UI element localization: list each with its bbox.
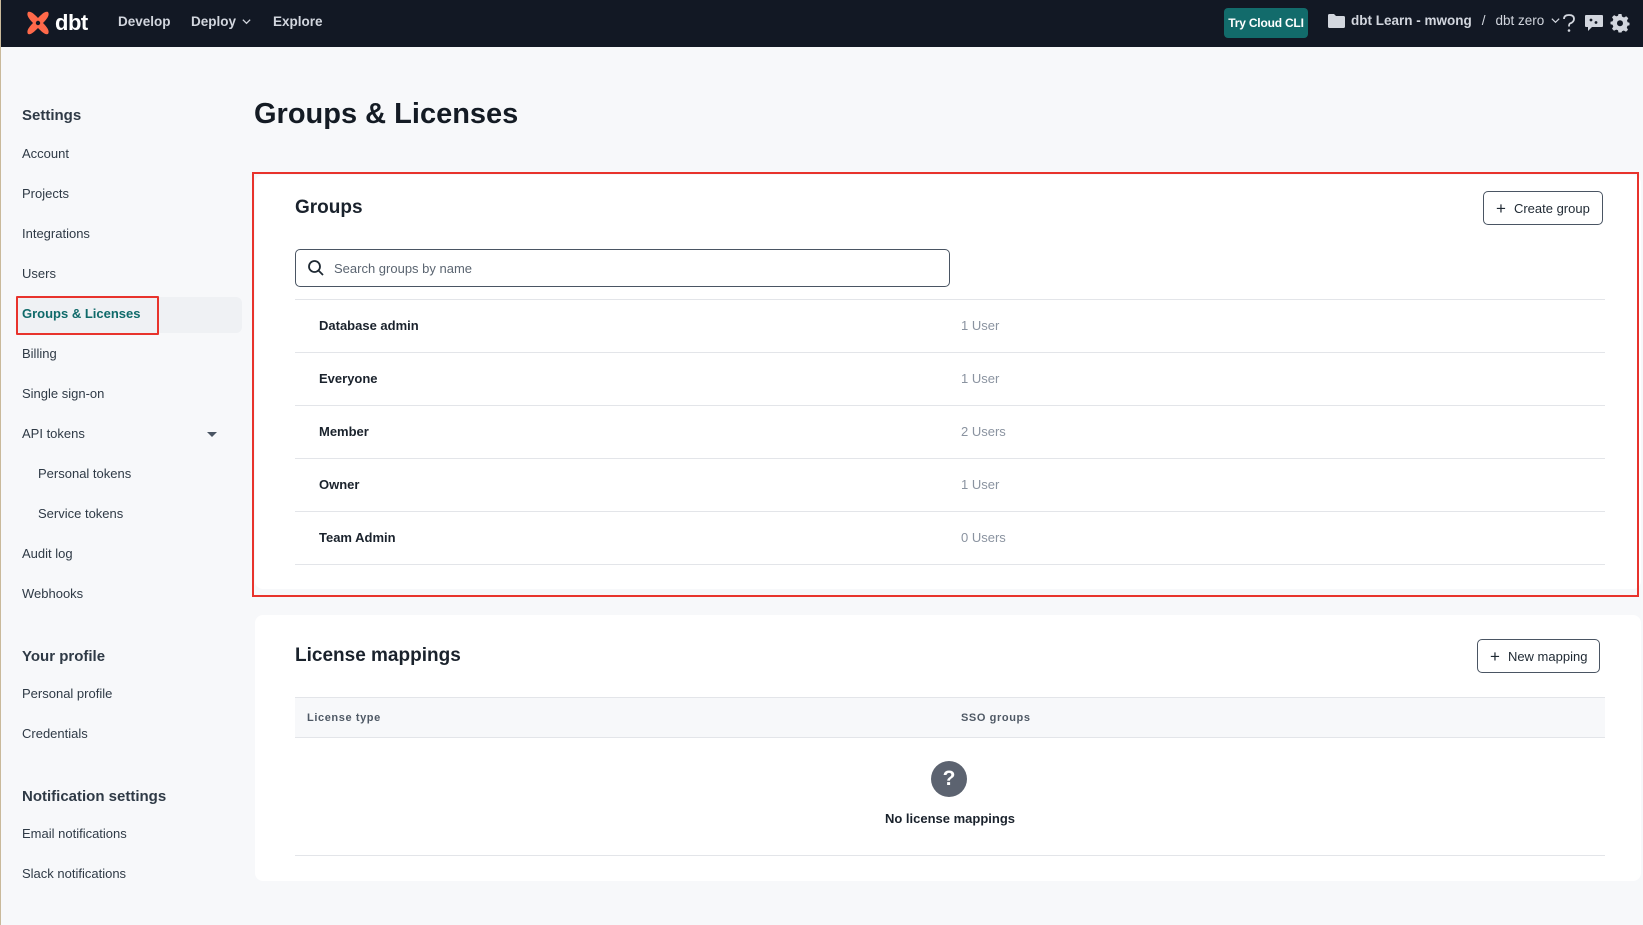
groups-title: Groups xyxy=(295,197,363,218)
empty-state-text: No license mappings xyxy=(884,811,1016,826)
folder-icon xyxy=(1328,13,1345,28)
dbt-logo-icon xyxy=(27,11,49,35)
table-header: License type SSO groups xyxy=(295,697,1605,738)
nav-explore-label: Explore xyxy=(273,14,323,29)
logo-text: dbt xyxy=(55,10,88,35)
group-user-count: 1 User xyxy=(961,477,1000,492)
dbt-logo[interactable]: dbt xyxy=(25,10,88,36)
sidebar-heading-notification-settings: Notification settings xyxy=(22,788,167,805)
nav-deploy-label: Deploy xyxy=(191,14,237,29)
help-icon[interactable] xyxy=(1558,12,1580,34)
feedback-icon[interactable] xyxy=(1583,12,1605,34)
group-user-count: 1 User xyxy=(961,318,1000,333)
settings-sidebar: Settings Account Projects Integrations U… xyxy=(1,47,251,925)
create-group-label: Create group xyxy=(1513,200,1590,216)
sidebar-item-users[interactable]: Users xyxy=(22,266,56,281)
sidebar-item-webhooks[interactable]: Webhooks xyxy=(22,586,83,601)
groups-card: Groups + Create group Database admin 1 U… xyxy=(255,175,1641,589)
sidebar-highlight-annotation xyxy=(16,296,159,335)
account-name: dbt Learn - mwong xyxy=(1351,13,1472,28)
group-name: Team Admin xyxy=(319,530,396,545)
sidebar-item-billing[interactable]: Billing xyxy=(22,346,57,361)
column-header-license-type[interactable]: License type xyxy=(307,712,381,724)
page-title: Groups & Licenses xyxy=(254,98,519,130)
top-navigation-bar: dbt Develop Deploy Explore Try Cloud CLI… xyxy=(1,0,1643,47)
sidebar-item-audit-log[interactable]: Audit log xyxy=(22,546,73,561)
search-groups-input[interactable] xyxy=(334,260,934,276)
group-name: Owner xyxy=(319,477,360,492)
caret-down-icon[interactable] xyxy=(207,432,217,437)
chevron-down-icon xyxy=(242,19,251,25)
sidebar-heading-settings: Settings xyxy=(22,107,82,124)
group-name: Everyone xyxy=(319,371,378,386)
plus-icon: + xyxy=(1490,646,1500,666)
try-cloud-cli-button[interactable]: Try Cloud CLI xyxy=(1224,8,1308,38)
group-user-count: 2 Users xyxy=(961,424,1006,439)
nav-explore[interactable]: Explore xyxy=(273,14,323,29)
sidebar-item-personal-tokens[interactable]: Personal tokens xyxy=(38,466,131,481)
search-icon xyxy=(308,260,324,276)
account-project-switcher[interactable]: dbt Learn - mwong / dbt zero xyxy=(1328,13,1561,28)
sidebar-item-account[interactable]: Account xyxy=(22,146,69,161)
column-header-sso-groups[interactable]: SSO groups xyxy=(961,712,1031,724)
sidebar-item-email-notifications[interactable]: Email notifications xyxy=(22,826,127,841)
new-mapping-label: New mapping xyxy=(1507,648,1588,664)
settings-gear-icon[interactable] xyxy=(1609,12,1631,34)
group-row[interactable]: Team Admin 0 Users xyxy=(295,512,1605,565)
project-name: dbt zero xyxy=(1495,13,1545,28)
new-mapping-button[interactable]: + New mapping xyxy=(1477,639,1601,673)
sidebar-item-service-tokens[interactable]: Service tokens xyxy=(38,506,123,521)
group-row[interactable]: Everyone 1 User xyxy=(295,353,1605,406)
sidebar-item-integrations[interactable]: Integrations xyxy=(22,226,90,241)
sidebar-item-single-sign-on[interactable]: Single sign-on xyxy=(22,386,104,401)
sidebar-item-slack-notifications[interactable]: Slack notifications xyxy=(22,866,126,881)
nav-deploy[interactable]: Deploy xyxy=(191,14,252,29)
sidebar-item-projects[interactable]: Projects xyxy=(22,186,69,201)
group-user-count: 0 Users xyxy=(961,530,1006,545)
sidebar-item-credentials[interactable]: Credentials xyxy=(22,726,88,741)
empty-state: ? No license mappings xyxy=(295,738,1605,856)
breadcrumb-separator: / xyxy=(1481,13,1486,28)
group-name: Member xyxy=(319,424,369,439)
license-mappings-table: License type SSO groups ? No license map… xyxy=(295,697,1605,856)
create-group-button[interactable]: + Create group xyxy=(1483,191,1603,225)
plus-icon: + xyxy=(1496,198,1506,218)
group-row[interactable]: Owner 1 User xyxy=(295,459,1605,512)
groups-list: Database admin 1 User Everyone 1 User Me… xyxy=(295,299,1605,565)
question-circle-icon: ? xyxy=(931,761,967,797)
license-mappings-card: License mappings + New mapping License t… xyxy=(255,615,1641,881)
group-user-count: 1 User xyxy=(961,371,1000,386)
search-groups-field[interactable] xyxy=(295,249,950,287)
license-mappings-title: License mappings xyxy=(295,645,461,666)
nav-develop-label: Develop xyxy=(118,14,171,29)
group-name: Database admin xyxy=(319,318,419,333)
sidebar-heading-your-profile: Your profile xyxy=(22,648,106,665)
group-row[interactable]: Member 2 Users xyxy=(295,406,1605,459)
sidebar-item-api-tokens[interactable]: API tokens xyxy=(22,426,85,441)
group-row[interactable]: Database admin 1 User xyxy=(295,300,1605,353)
nav-develop[interactable]: Develop xyxy=(118,14,171,29)
sidebar-item-personal-profile[interactable]: Personal profile xyxy=(22,686,112,701)
